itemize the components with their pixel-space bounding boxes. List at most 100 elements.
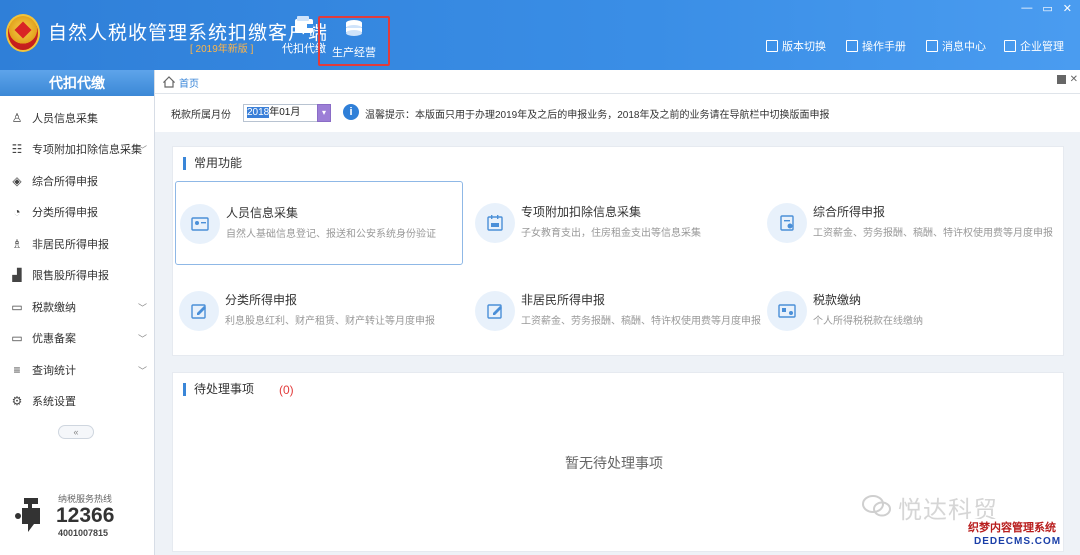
common-functions-panel: 常用功能 人员信息采集 自然人基础信息登记、报送和公安系统身份验证 专项附加扣除… — [172, 146, 1064, 356]
func-name: 非居民所得申报 — [521, 293, 606, 307]
sidebar-item-label: 人员信息采集 — [32, 113, 98, 125]
func-desc: 工资薪金、劳务报酬、稿酬、特许权使用费等月度申报 — [521, 316, 761, 327]
wallet-icon — [295, 16, 313, 33]
sidebar-item-label: 分类所得申报 — [32, 207, 98, 219]
coins-icon — [346, 20, 362, 36]
info-icon: i — [343, 104, 359, 120]
service-hotline: 纳税服务热线 12366 4001007815 — [14, 490, 144, 542]
sidebar-item-special-deduction[interactable]: ☷ 专项附加扣除信息采集 ﹀ — [0, 134, 155, 164]
func-tax-payment[interactable]: 税款缴纳 个人所得税税款在线缴纳 — [763, 269, 1063, 353]
pie-icon: ◔ — [13, 205, 21, 219]
close-icon[interactable]: ✕ — [1063, 2, 1072, 15]
enterprise-link[interactable]: 企业管理 — [1004, 38, 1064, 54]
sidebar-item-system-settings[interactable]: ⚙ 系统设置 — [0, 386, 155, 416]
corner-watermark-en: DEDECMS.COM — [974, 536, 1062, 547]
person-icon: ♙ — [11, 111, 23, 125]
minimize-icon[interactable]: — — [1021, 2, 1032, 15]
pending-panel: 待处理事项 (0) 暂无待处理事项 — [172, 372, 1064, 552]
hotline-sub-number: 4001007815 — [58, 528, 109, 538]
window-controls: — ▭ ✕ — [1021, 2, 1072, 15]
version-switch-link[interactable]: 版本切换 — [766, 38, 826, 54]
sidebar-item-label: 系统设置 — [32, 396, 76, 408]
switch-icon — [766, 40, 778, 52]
calendar-icon — [475, 203, 515, 243]
func-person-info[interactable]: 人员信息采集 自然人基础信息登记、报送和公安系统身份验证 — [175, 181, 463, 265]
filter-bar: 税款所属月份 2018年01月 ▾ i 温馨提示：本版面只用于办理2019年及之… — [155, 94, 1080, 132]
manual-label: 操作手册 — [862, 41, 906, 53]
sidebar-item-tax-payment[interactable]: ▭ 税款缴纳 ﹀ — [0, 292, 155, 322]
sidebar-heading: 代扣代缴 — [0, 70, 154, 96]
mail-icon — [926, 40, 938, 52]
chevron-down-icon: ﹀ — [137, 333, 147, 344]
bar-chart-icon: ▟ — [12, 268, 22, 282]
func-desc: 个人所得税税款在线缴纳 — [813, 316, 923, 327]
folder-icon: ▭ — [11, 300, 23, 314]
common-functions-title: 常用功能 — [183, 157, 242, 170]
tab-menu-icon[interactable] — [1057, 75, 1066, 84]
hotline-number: 12366 — [56, 504, 115, 527]
chevron-down-icon: ﹀ — [137, 365, 147, 376]
tax-month-rest: 年01月 — [269, 107, 301, 118]
edit-icon — [475, 291, 515, 331]
id-card-icon — [180, 204, 220, 244]
func-name: 人员信息采集 — [226, 206, 299, 220]
func-comprehensive-income[interactable]: 综合所得申报 工资薪金、劳务报酬、稿酬、特许权使用费等月度申报 — [763, 181, 1063, 265]
tax-month-year: 2018 — [247, 107, 270, 118]
sidebar-item-comprehensive-income[interactable]: ◈ 综合所得申报 — [0, 166, 155, 196]
sidebar-collapse-button[interactable]: « — [58, 425, 94, 439]
sidebar-item-label: 查询统计 — [32, 365, 76, 377]
func-desc: 工资薪金、劳务报酬、稿酬、特许权使用费等月度申报 — [813, 228, 1053, 239]
func-nonresident-income[interactable]: 非居民所得申报 工资薪金、劳务报酬、稿酬、特许权使用费等月度申报 — [471, 269, 761, 353]
manual-icon — [846, 40, 858, 52]
warm-tip-text: 温馨提示：本版面只用于办理2019年及之后的申报业务，2018年及之前的业务请在… — [365, 110, 830, 121]
func-name: 专项附加扣除信息采集 — [521, 205, 642, 219]
chevron-down-icon: ﹀ — [137, 302, 147, 313]
manual-link[interactable]: 操作手册 — [846, 38, 906, 54]
gear-icon: ⚙ — [11, 394, 23, 408]
sidebar-item-label: 限售股所得申报 — [32, 270, 109, 282]
home-icon[interactable] — [163, 76, 175, 88]
func-desc: 利息股息红利、财产租赁、财产转让等月度申报 — [225, 316, 435, 327]
message-center-link[interactable]: 消息中心 — [926, 38, 986, 54]
edit-icon — [179, 291, 219, 331]
pending-title: 待处理事项 — [183, 383, 254, 396]
pending-count: (0) — [279, 383, 294, 397]
sidebar-item-person-info[interactable]: ♙ 人员信息采集 — [0, 103, 155, 133]
folder-icon: ▭ — [11, 331, 23, 345]
search-list-icon: ≡ — [13, 363, 21, 377]
sidebar-item-label: 非居民所得申报 — [32, 239, 109, 251]
nav-business-button[interactable]: 生产经营 — [318, 16, 390, 66]
sidebar-item-label: 专项附加扣除信息采集 — [32, 144, 142, 156]
wechat-logo-icon — [862, 495, 891, 517]
tab-close-icon[interactable]: ✕ — [1070, 74, 1078, 85]
func-desc: 自然人基础信息登记、报送和公安系统身份验证 — [226, 229, 436, 240]
func-classified-income[interactable]: 分类所得申报 利息股息红利、财产租赁、财产转让等月度申报 — [175, 269, 463, 353]
enterprise-label: 企业管理 — [1020, 41, 1064, 53]
message-center-label: 消息中心 — [942, 41, 986, 53]
sidebar-item-label: 优惠备案 — [32, 333, 76, 345]
func-special-deduction[interactable]: 专项附加扣除信息采集 子女教育支出，住房租金支出等信息采集 — [471, 181, 759, 265]
breadcrumb-home[interactable]: 首页 — [179, 75, 199, 90]
corner-watermark-cn: 织梦内容管理系统 — [966, 519, 1058, 535]
restore-icon[interactable]: ▭ — [1042, 2, 1052, 15]
chevron-down-icon: ﹀ — [137, 144, 147, 155]
sidebar-item-restricted-stock[interactable]: ▟ 限售股所得申报 — [0, 260, 155, 290]
func-name: 综合所得申报 — [813, 205, 886, 219]
sidebar: 代扣代缴 ♙ 人员信息采集 ☷ 专项附加扣除信息采集 ﹀ ◈ 综合所得申报 ◔ … — [0, 70, 155, 555]
sidebar-item-nonresident-income[interactable]: ♗ 非居民所得申报 — [0, 229, 155, 259]
func-desc: 子女教育支出，住房租金支出等信息采集 — [521, 228, 701, 239]
layers-icon: ◈ — [12, 174, 22, 188]
calendar-dropdown-icon[interactable]: ▾ — [317, 104, 331, 122]
sidebar-item-label: 税款缴纳 — [32, 302, 76, 314]
func-name: 分类所得申报 — [225, 293, 298, 307]
version-switch-label: 版本切换 — [782, 41, 826, 53]
breadcrumb: 首页 ✕ — [155, 70, 1080, 94]
sidebar-item-query-statistics[interactable]: ≡ 查询统计 ﹀ — [0, 355, 155, 385]
app-header: 自然人税收管理系统扣缴客户端 [ 2019年新版 ] 代扣代缴 生产经营 — ▭… — [0, 0, 1080, 70]
sidebar-item-classified-income[interactable]: ◔ 分类所得申报 — [0, 197, 155, 227]
sidebar-item-preferential-filing[interactable]: ▭ 优惠备案 ﹀ — [0, 323, 155, 353]
building-icon — [1004, 40, 1016, 52]
version-badge: [ 2019年新版 ] — [190, 44, 254, 55]
pending-empty-message: 暂无待处理事项 — [565, 455, 663, 471]
func-name: 税款缴纳 — [813, 293, 862, 307]
